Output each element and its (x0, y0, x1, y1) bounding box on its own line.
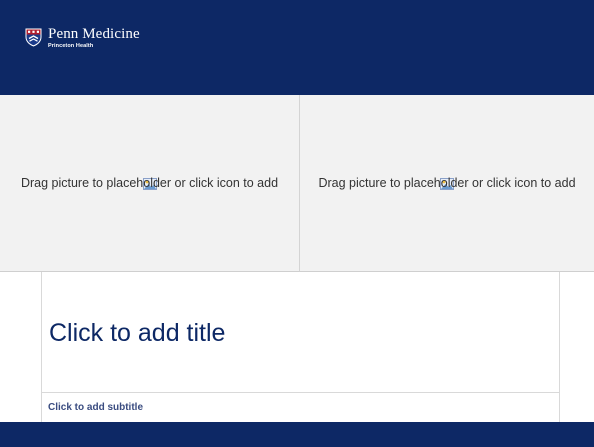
title-placeholder-text[interactable]: Click to add title (49, 319, 225, 348)
penn-medicine-logo: Penn Medicine Princeton Health (25, 27, 140, 50)
subtitle-placeholder-text[interactable]: Click to add subtitle (48, 402, 143, 413)
picture-placeholder-right[interactable]: Drag picture to placeholder or click ico… (300, 95, 594, 272)
penn-shield-icon (25, 28, 42, 47)
picture-placeholder-prompt: Drag picture to placeholder or click ico… (20, 175, 279, 190)
slide: Penn Medicine Princeton Health Drag pict… (0, 0, 594, 447)
header-band: Penn Medicine Princeton Health (0, 0, 594, 95)
logo-subtitle: Princeton Health (48, 43, 94, 49)
logo-name: Penn Medicine (48, 26, 140, 42)
title-placeholder[interactable]: Click to add title (41, 272, 560, 393)
footer-band (0, 422, 594, 447)
picture-placeholder-left[interactable]: Drag picture to placeholder or click ico… (0, 95, 300, 272)
subtitle-placeholder[interactable]: Click to add subtitle (41, 393, 560, 422)
picture-placeholder-prompt: Drag picture to placeholder or click ico… (318, 175, 576, 190)
